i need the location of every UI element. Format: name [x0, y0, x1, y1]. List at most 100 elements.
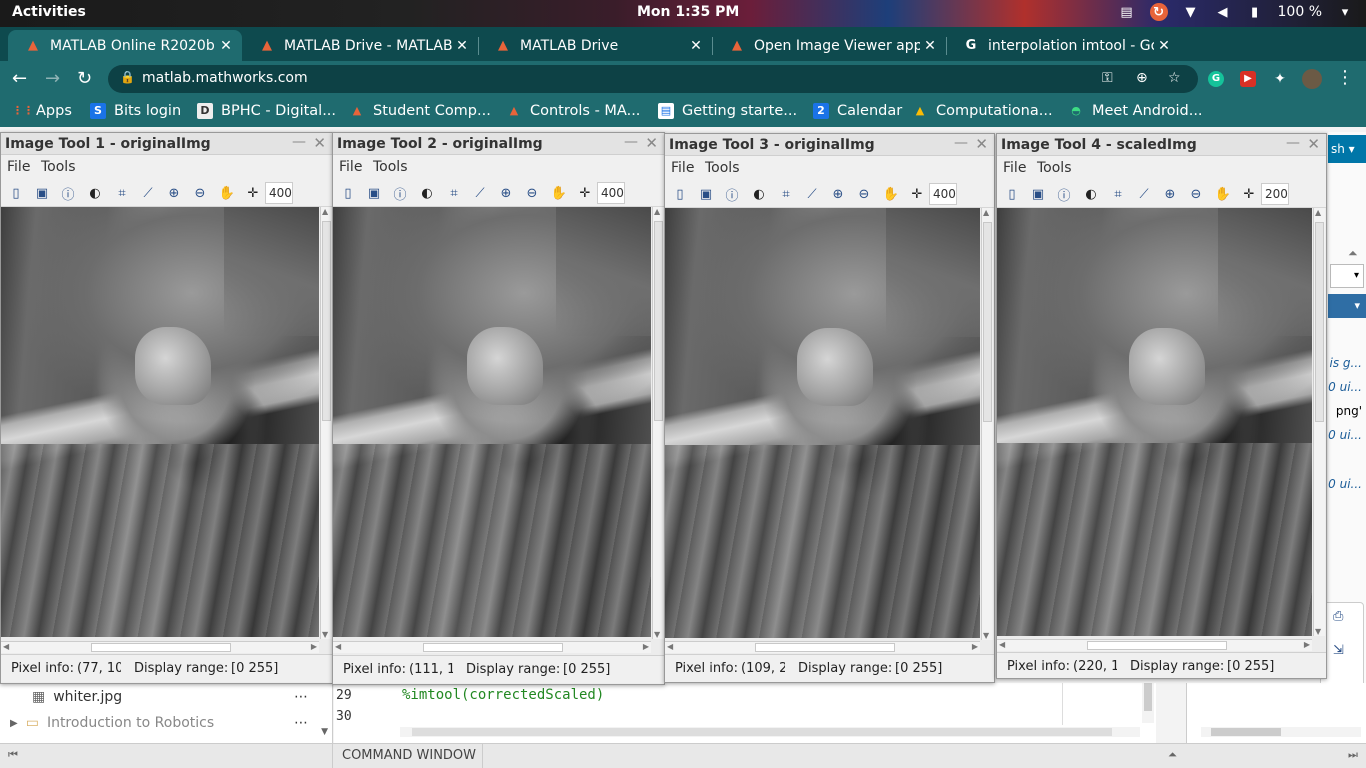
close-icon[interactable]: ✕	[1307, 135, 1320, 153]
extensions-puzzle-icon[interactable]: ✦	[1272, 71, 1288, 87]
close-icon[interactable]: ✕	[1154, 38, 1174, 54]
scroll-down-icon[interactable]: ▼	[321, 727, 328, 737]
scroll-up-arrow-icon[interactable]: ▲	[322, 207, 328, 216]
menu-tools[interactable]: Tools	[1037, 160, 1072, 176]
vertical-scrollbar[interactable]: ▲ ▼	[981, 208, 993, 640]
image-tool-window-1[interactable]: Image Tool 1 - originalImg — ✕ File Tool…	[0, 132, 333, 684]
bookmark-computational[interactable]: ▲ Computationa...	[912, 103, 1053, 119]
zoom-out-icon[interactable]: ⊖	[523, 184, 541, 202]
window-titlebar[interactable]: Image Tool 2 - originalImg — ✕	[333, 133, 664, 155]
workspace-hscroll[interactable]	[1201, 727, 1361, 737]
close-icon[interactable]: ✕	[216, 38, 236, 54]
pixel-region-icon[interactable]: ✛	[576, 184, 594, 202]
menu-file[interactable]: File	[339, 159, 362, 175]
pan-hand-icon[interactable]: ✋	[550, 184, 568, 202]
image-display[interactable]	[997, 208, 1312, 636]
vertical-scrollbar[interactable]: ▲ ▼	[320, 207, 332, 639]
image-tool-window-2[interactable]: Image Tool 2 - originalImg — ✕ File Tool…	[332, 132, 665, 685]
address-bar[interactable]: 🔒 matlab.mathworks.com ⚿ ⊕ ☆	[108, 65, 1198, 93]
code-editor[interactable]: 29 %imtool(correctedScaled) 30	[334, 683, 1156, 743]
magnification-input[interactable]: 400	[265, 182, 293, 204]
workspace-dropdown[interactable]: ▾	[1330, 264, 1364, 288]
scroll-up-arrow-icon[interactable]: ▲	[654, 207, 660, 216]
profile-avatar[interactable]	[1302, 69, 1322, 89]
crop-icon[interactable]: ⌗	[113, 184, 131, 202]
zoom-icon[interactable]: ⊕	[1136, 70, 1148, 86]
displayed-image[interactable]	[997, 208, 1312, 636]
close-icon[interactable]: ✕	[645, 134, 658, 152]
image-tool-window-4[interactable]: Image Tool 4 - scaledImg — ✕ File Tools …	[996, 133, 1327, 679]
editor-vscroll[interactable]	[1142, 683, 1154, 723]
window-titlebar[interactable]: Image Tool 4 - scaledImg — ✕	[997, 134, 1326, 156]
scroll-right-arrow-icon[interactable]: ▶	[1304, 640, 1310, 649]
displayed-image[interactable]	[665, 208, 980, 638]
bookmark-bits-login[interactable]: S Bits login	[90, 103, 181, 119]
expand-arrow-icon[interactable]: ▶	[10, 718, 18, 729]
info-icon[interactable]: ⓘ	[1055, 185, 1073, 204]
power-menu-icon[interactable]: ▾	[1336, 3, 1354, 21]
reload-icon[interactable]: ↻	[77, 68, 92, 89]
forward-arrow-icon[interactable]: →	[45, 68, 60, 89]
activities-button[interactable]: Activities	[12, 4, 86, 20]
pan-hand-icon[interactable]: ✋	[218, 184, 236, 202]
bookmark-controls[interactable]: ▲ Controls - MA...	[506, 103, 641, 119]
menu-file[interactable]: File	[1003, 160, 1026, 176]
bookmark-getting-started[interactable]: ▤ Getting starte...	[658, 103, 797, 119]
crop-icon[interactable]: ⌗	[1109, 185, 1127, 203]
scroll-right-arrow-icon[interactable]: ▶	[643, 642, 649, 651]
tab-matlab-drive[interactable]: ▲ MATLAB Drive ✕	[478, 30, 712, 61]
close-icon[interactable]: ✕	[313, 134, 326, 152]
close-icon[interactable]: ✕	[686, 38, 706, 54]
import-image-icon[interactable]: ▣	[365, 184, 383, 202]
tab-interpolation-imtool[interactable]: G interpolation imtool - Go ✕	[946, 30, 1180, 61]
menu-tools[interactable]: Tools	[373, 159, 408, 175]
vertical-scrollbar[interactable]: ▲ ▼	[1313, 208, 1325, 636]
vertical-scrollbar[interactable]: ▲ ▼	[652, 207, 664, 639]
zoom-out-icon[interactable]: ⊖	[1187, 185, 1205, 203]
file-row[interactable]: ▦ whiter.jpg ⋯	[0, 684, 330, 710]
scroll-up-arrow-icon[interactable]: ▲	[1315, 208, 1321, 217]
scroll-down-arrow-icon[interactable]: ▼	[983, 631, 989, 640]
collapse-left-icon[interactable]: ⏮	[8, 748, 18, 762]
pan-hand-icon[interactable]: ✋	[1214, 185, 1232, 203]
displayed-image[interactable]	[333, 207, 651, 637]
info-icon[interactable]: ⓘ	[59, 184, 77, 203]
horizontal-scrollbar[interactable]: ◀ ▶	[1, 641, 319, 653]
crop-icon[interactable]: ⌗	[445, 184, 463, 202]
expand-up-icon[interactable]: ⏶	[1168, 748, 1177, 762]
image-display[interactable]	[1, 207, 319, 637]
new-document-icon[interactable]: ▯	[1003, 185, 1021, 203]
star-icon[interactable]: ☆	[1168, 70, 1181, 86]
menu-tools[interactable]: Tools	[705, 160, 740, 176]
bookmark-calendar[interactable]: 2 Calendar	[813, 103, 902, 119]
bookmark-meet-android[interactable]: ◓ Meet Android...	[1068, 103, 1202, 119]
bookmark-bphc-digital[interactable]: D BPHC - Digital...	[197, 103, 336, 119]
key-icon[interactable]: ⚿	[1102, 70, 1113, 86]
window-titlebar[interactable]: Image Tool 3 - originalImg — ✕	[665, 134, 994, 156]
print-icon[interactable]: ⎙	[1333, 609, 1343, 624]
share-button[interactable]: sh ▾	[1328, 135, 1366, 163]
code-line[interactable]: %imtool(correctedScaled)	[402, 687, 604, 703]
bookmark-apps[interactable]: ⋮⋮ Apps	[12, 103, 72, 119]
scroll-left-arrow-icon[interactable]: ◀	[667, 642, 673, 651]
collapse-icon[interactable]: ⏶	[1348, 246, 1358, 261]
magnification-input[interactable]: 400	[597, 182, 625, 204]
tab-open-image-viewer[interactable]: ▲ Open Image Viewer app - ✕	[712, 30, 946, 61]
zoom-out-icon[interactable]: ⊖	[855, 185, 873, 203]
close-icon[interactable]: ✕	[920, 38, 940, 54]
lock-icon[interactable]: 🔒	[120, 70, 135, 84]
import-image-icon[interactable]: ▣	[697, 185, 715, 203]
info-icon[interactable]: ⓘ	[723, 185, 741, 204]
workspace-value[interactable]: 0 ui...	[1328, 428, 1362, 442]
import-image-icon[interactable]: ▣	[33, 184, 51, 202]
scroll-left-arrow-icon[interactable]: ◀	[3, 642, 9, 651]
video-extension-icon[interactable]: ▶	[1240, 71, 1256, 87]
updates-icon[interactable]: ↻	[1149, 3, 1168, 21]
zoom-out-icon[interactable]: ⊖	[191, 184, 209, 202]
measure-distance-icon[interactable]: ⟋	[1135, 185, 1153, 203]
undock-icon[interactable]: ⇲	[1333, 643, 1344, 658]
new-document-icon[interactable]: ▯	[671, 185, 689, 203]
minimize-icon[interactable]: —	[292, 134, 306, 150]
editor-hscroll[interactable]	[400, 727, 1140, 737]
pan-hand-icon[interactable]: ✋	[882, 185, 900, 203]
